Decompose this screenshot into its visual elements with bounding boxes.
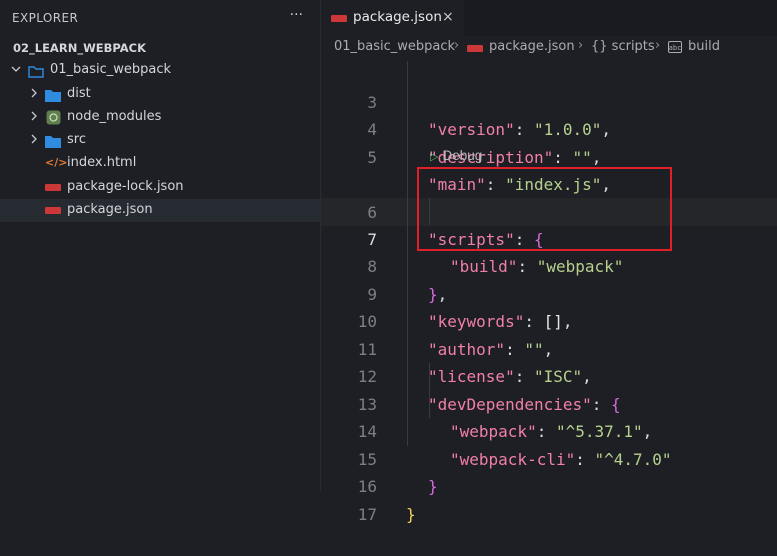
npm-icon <box>45 183 61 191</box>
folder-icon <box>45 87 61 106</box>
debug-codelens[interactable]: ▷ Debug <box>430 148 482 163</box>
line-number: 5 <box>367 147 377 167</box>
tree-item-src[interactable]: src <box>0 129 320 152</box>
svg-text:abc: abc <box>669 44 682 52</box>
explorer-title: EXPLORER <box>12 11 79 25</box>
tab-package-json[interactable]: package.json × <box>321 0 464 36</box>
tree-item-dist[interactable]: dist <box>0 83 320 106</box>
code-line: 9 "keywords": [], <box>321 253 777 332</box>
close-icon[interactable]: × <box>442 9 454 25</box>
chevron-right-icon <box>28 133 40 145</box>
tree-item-package-lock-json[interactable]: package-lock.json <box>0 176 320 199</box>
tree-item-label: dist <box>67 85 91 101</box>
workspace-label: 02_LEARN_WEBPACK <box>13 41 146 55</box>
tab-bar: package.json × <box>321 0 777 36</box>
explorer-header: EXPLORER ··· <box>0 0 320 36</box>
code-line: 4 "description": "", <box>321 89 777 167</box>
code-line: 12 "devDependencies": { <box>321 336 777 414</box>
chevron-right-icon: › <box>655 38 661 53</box>
breadcrumb-folder[interactable]: 01_basic_webpack <box>334 39 455 54</box>
breadcrumb-build[interactable]: build <box>688 39 720 54</box>
code-line: 11 "license": "ISC", <box>321 308 777 387</box>
tree-root-workspace[interactable]: 02_LEARN_WEBPACK <box>0 36 320 59</box>
json-brace: } <box>406 504 416 524</box>
line-number: 17 <box>357 504 377 524</box>
npm-icon <box>45 207 61 215</box>
folder-label: 01_basic_webpack <box>50 62 172 78</box>
string-property-icon: abc <box>668 41 682 57</box>
explorer-sidebar: EXPLORER ··· 02_LEARN_WEBPACK 01_basic_w… <box>0 0 321 491</box>
annotation-highlight-box <box>417 167 672 251</box>
tree-item-label: index.html <box>67 155 137 171</box>
indent-guide <box>429 363 430 418</box>
code-line: 16 } <box>321 446 777 524</box>
code-line: 15 } <box>321 418 777 497</box>
code-line: 17 <box>321 473 777 524</box>
tree-folder-01-basic-webpack[interactable]: 01_basic_webpack <box>0 59 320 82</box>
code-line: 13 "webpack": "^5.37.1", <box>321 363 777 442</box>
chevron-down-icon <box>10 63 22 75</box>
chevron-right-icon <box>28 110 40 122</box>
code-line: 10 "author": "", <box>321 281 777 359</box>
tree-item-node-modules[interactable]: node_modules <box>0 106 320 129</box>
tree-item-label: node_modules <box>67 108 162 124</box>
folder-open-icon <box>28 63 44 82</box>
chevron-right-icon: › <box>578 38 584 53</box>
tree-item-label: src <box>67 132 86 148</box>
chevron-right-icon <box>28 87 40 99</box>
html-icon: </> <box>45 156 68 170</box>
json-value: "" <box>572 147 592 167</box>
code-line: 14 "webpack-cli": "^4.7.0" <box>321 391 777 469</box>
breadcrumb-scripts[interactable]: {} scripts <box>591 39 655 54</box>
indent-guide <box>407 61 408 446</box>
tree-item-package-json[interactable]: package.json <box>0 199 320 223</box>
npm-icon <box>331 15 347 22</box>
tree-item-label: package-lock.json <box>67 178 184 194</box>
breadcrumb: 01_basic_webpack › package.json › {} scr… <box>321 36 777 58</box>
code-line: 3 "version": "1.0.0", <box>321 61 777 140</box>
breadcrumb-file[interactable]: package.json <box>489 39 575 54</box>
code-line: 5 "main": "index.js", <box>321 116 777 195</box>
node-modules-folder-icon <box>46 110 61 129</box>
code-editor[interactable]: 3 "version": "1.0.0", 4 "description": "… <box>321 58 777 524</box>
more-actions-icon[interactable]: ··· <box>290 7 303 23</box>
file-tree: 02_LEARN_WEBPACK 01_basic_webpack dist n… <box>0 36 320 223</box>
chevron-right-icon: › <box>454 38 460 53</box>
tab-label: package.json <box>353 9 442 25</box>
tree-item-label: package.json <box>67 202 153 218</box>
tree-item-index-html[interactable]: </> index.html <box>0 152 320 175</box>
npm-icon <box>467 45 483 52</box>
codelens-label: Debug <box>442 148 483 163</box>
play-icon: ▷ <box>430 151 439 163</box>
folder-icon <box>45 133 61 152</box>
